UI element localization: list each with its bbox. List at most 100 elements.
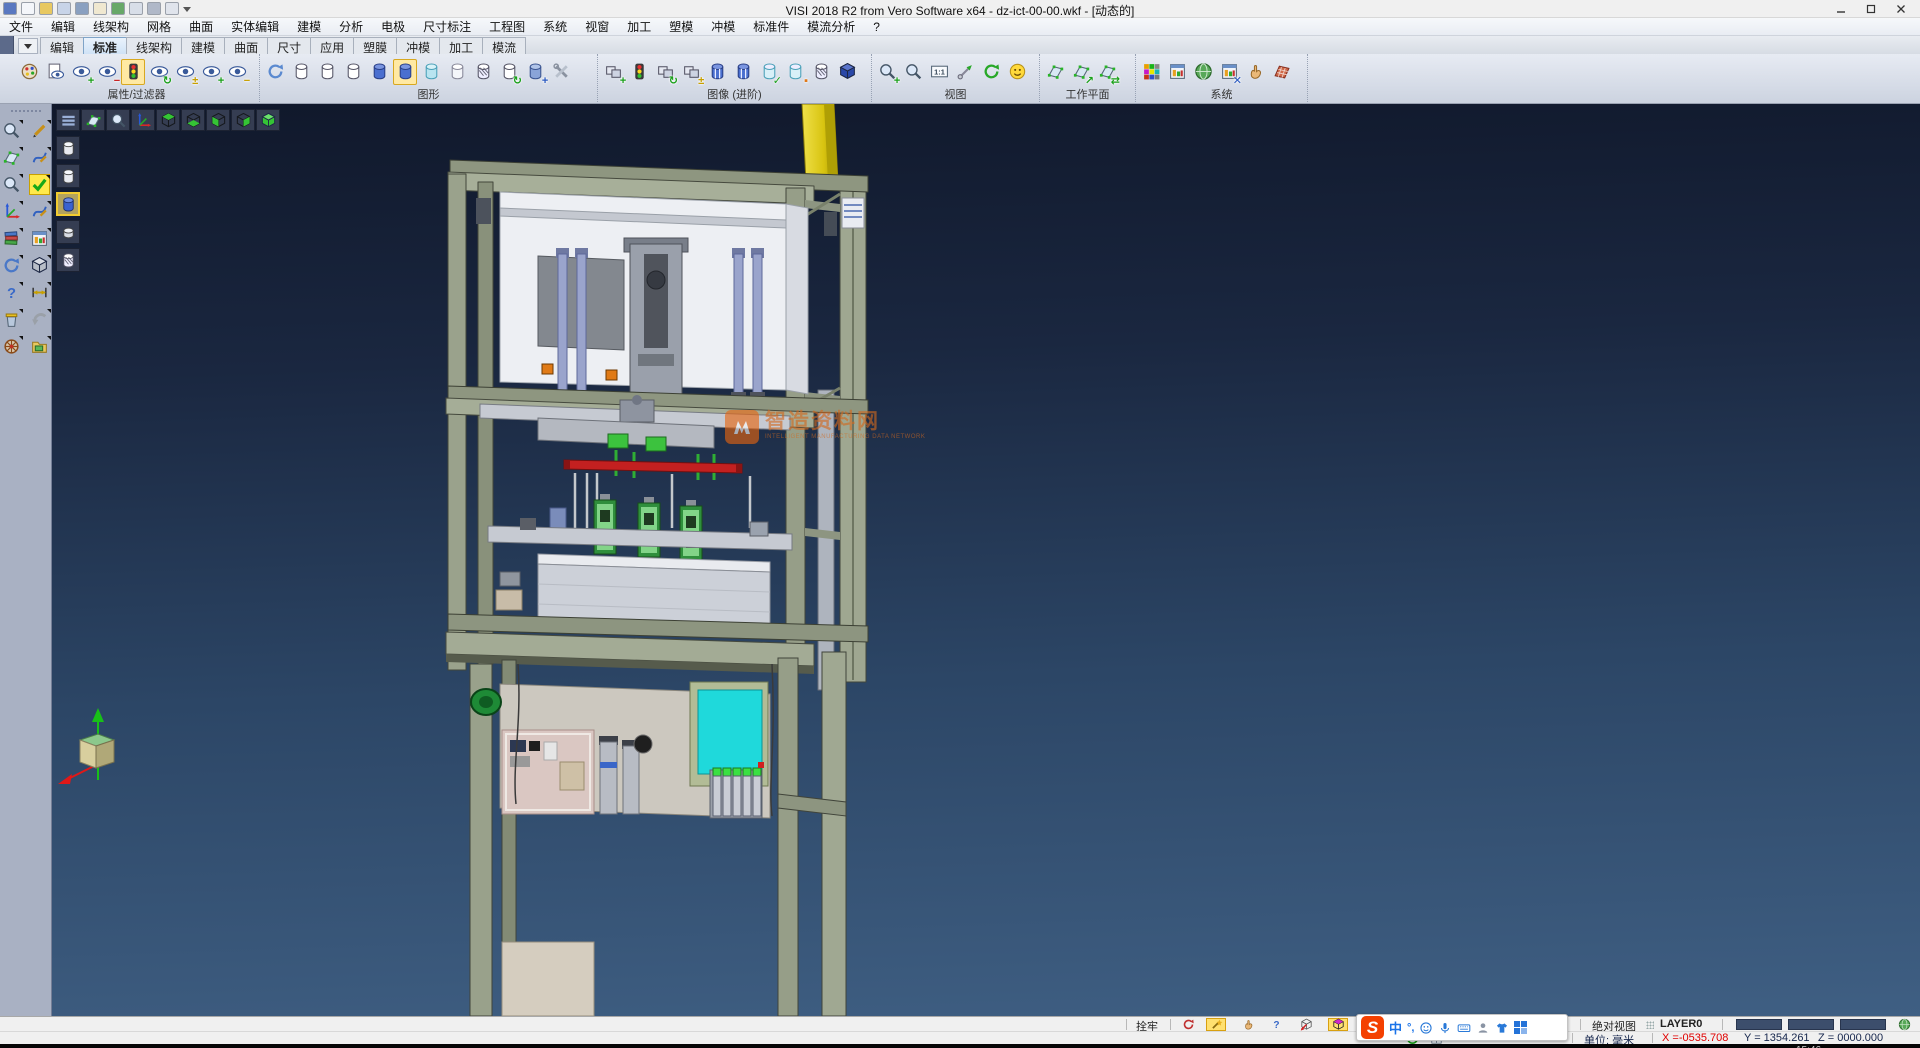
ghost-cylinder-icon[interactable]	[445, 59, 469, 85]
menu-item[interactable]: 编辑	[42, 18, 84, 35]
menu-item[interactable]: 建模	[288, 18, 330, 35]
ime-toolbox-icon[interactable]	[1514, 1021, 1527, 1034]
layers-stack-icon[interactable]	[1, 228, 22, 249]
render-settings-icon[interactable]	[549, 59, 573, 85]
shaded-cube-toggle-icon[interactable]	[1328, 1018, 1348, 1031]
cube-arrow-icon[interactable]	[1296, 1018, 1316, 1031]
viewport-menu-icon[interactable]	[56, 109, 80, 131]
filter-traffic-light-icon[interactable]	[121, 59, 145, 85]
plane-select-icon[interactable]	[1, 147, 22, 168]
menu-item[interactable]: 文件	[0, 18, 42, 35]
tab[interactable]: 冲模	[396, 37, 440, 54]
rotate-lock-icon[interactable]	[1178, 1018, 1198, 1031]
shaded-cylinder-icon[interactable]	[367, 59, 391, 85]
wireframe-cylinder-icon[interactable]	[315, 59, 339, 85]
filter-wireframe-icon[interactable]	[56, 136, 80, 160]
display-settings-icon[interactable]	[1165, 59, 1189, 85]
tab[interactable]: 尺寸	[267, 37, 311, 54]
layer-indicator[interactable]: LAYER0	[1660, 1018, 1702, 1030]
grid-settings-icon[interactable]	[1269, 59, 1293, 85]
filter-flat-icon[interactable]	[56, 220, 80, 244]
menu-item[interactable]: 冲模	[702, 18, 744, 35]
add-bodies-icon[interactable]: +	[601, 59, 625, 85]
close-button[interactable]	[1886, 0, 1916, 17]
undo-icon[interactable]	[29, 309, 50, 330]
hatched-body-icon[interactable]	[809, 59, 833, 85]
bodies-refresh-icon[interactable]: ↻	[653, 59, 677, 85]
striped-cylinder-icon[interactable]	[705, 59, 729, 85]
tab[interactable]: 塑膜	[353, 37, 397, 54]
sketch-curve-icon[interactable]	[29, 147, 50, 168]
menu-item[interactable]: 电极	[372, 18, 414, 35]
ime-language-toggle[interactable]: 中	[1389, 1018, 1402, 1037]
select-hand-icon[interactable]	[1243, 59, 1267, 85]
ime-punctuation-toggle[interactable]: °,	[1407, 1022, 1414, 1034]
view-preview-icon[interactable]	[1005, 59, 1029, 85]
workplane-move-icon[interactable]: ↗	[1069, 59, 1093, 85]
system-tools-icon[interactable]: ✕	[1217, 59, 1241, 85]
show-add-icon[interactable]: +	[69, 59, 93, 85]
menu-item[interactable]: 系统	[534, 18, 576, 35]
zoom-elements-icon[interactable]	[1, 120, 22, 141]
color-palette-grid-icon[interactable]	[1139, 59, 1163, 85]
menu-item[interactable]: 尺寸标注	[414, 18, 480, 35]
viewport-triad-icon[interactable]	[131, 109, 155, 131]
tab-active[interactable]: 标准	[83, 37, 127, 54]
tab[interactable]: 建模	[181, 37, 225, 54]
validate-body-icon[interactable]: ✓	[757, 59, 781, 85]
menu-item[interactable]: 分析	[330, 18, 372, 35]
filter-shaded-icon[interactable]	[56, 192, 80, 216]
refresh-icon[interactable]	[1, 255, 22, 276]
viewport-plane-icon[interactable]	[81, 109, 105, 131]
tab[interactable]: 线架构	[126, 37, 182, 54]
solid-cube-icon[interactable]	[835, 59, 859, 85]
zoom-toggle-icon[interactable]	[1, 174, 22, 195]
view-isometric-icon[interactable]	[256, 109, 280, 131]
tab[interactable]: 曲面	[224, 37, 268, 54]
zoom-one-to-one-icon[interactable]: 1:1	[927, 59, 951, 85]
tab[interactable]: 模流	[482, 37, 526, 54]
shaded-edges-cylinder-icon[interactable]	[393, 59, 417, 85]
viewport-zoom-icon[interactable]	[106, 109, 130, 131]
ime-keyboard-icon[interactable]	[1457, 1021, 1471, 1035]
filter-hatched-icon[interactable]	[56, 248, 80, 272]
menu-item[interactable]: 工程图	[480, 18, 534, 35]
view-refresh-icon[interactable]	[979, 59, 1003, 85]
menu-item[interactable]: 曲面	[180, 18, 222, 35]
help-icon[interactable]	[1, 282, 22, 303]
color-swatch[interactable]	[1736, 1019, 1782, 1030]
color-swatch[interactable]	[1840, 1019, 1886, 1030]
menu-item[interactable]: 实体编辑	[222, 18, 288, 35]
menu-item[interactable]: 塑模	[660, 18, 702, 35]
menu-item[interactable]: 网格	[138, 18, 180, 35]
ime-skin-icon[interactable]	[1495, 1021, 1509, 1035]
view-left-icon[interactable]	[206, 109, 230, 131]
menu-item[interactable]: 视窗	[576, 18, 618, 35]
page-visibility-icon[interactable]	[43, 59, 67, 85]
menu-item[interactable]: 标准件	[744, 18, 798, 35]
visibility-refresh-icon[interactable]: ↻	[147, 59, 171, 85]
menu-item[interactable]: 加工	[618, 18, 660, 35]
body-box-icon[interactable]: ▪	[783, 59, 807, 85]
minimize-button[interactable]	[1826, 0, 1856, 17]
show-all-icon[interactable]: +	[199, 59, 223, 85]
grid-window-icon[interactable]	[29, 228, 50, 249]
workplane-triad-icon[interactable]	[1043, 59, 1067, 85]
ime-emoji-icon[interactable]	[1419, 1021, 1433, 1035]
visibility-toggle-icon[interactable]: ±	[173, 59, 197, 85]
wireframe-cylinder-icon[interactable]	[289, 59, 313, 85]
hide-all-icon[interactable]: −	[225, 59, 249, 85]
view-right-icon[interactable]	[231, 109, 255, 131]
navigation-wheel-icon[interactable]	[1, 336, 22, 357]
drag-hand-icon[interactable]	[1238, 1018, 1258, 1031]
transparent-cylinder-icon[interactable]	[419, 59, 443, 85]
confirm-check-icon[interactable]	[29, 174, 50, 195]
solid-cube-icon[interactable]	[29, 255, 50, 276]
globe-icon[interactable]	[1896, 1018, 1912, 1031]
cylinder-refresh-icon[interactable]: ↻	[497, 59, 521, 85]
view-bottom-icon[interactable]	[181, 109, 205, 131]
bodies-toggle-icon[interactable]: ±	[679, 59, 703, 85]
ime-account-icon[interactable]	[1476, 1021, 1490, 1035]
regen-graphics-icon[interactable]	[263, 59, 287, 85]
edit-delete-icon[interactable]	[29, 120, 50, 141]
